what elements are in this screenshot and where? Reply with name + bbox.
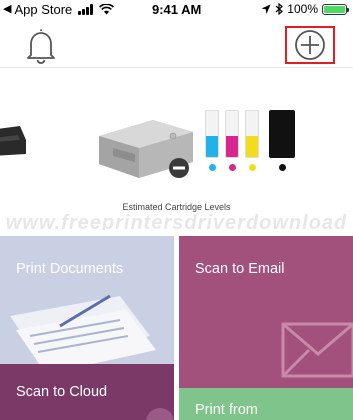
- cyan-ink-level: [206, 136, 218, 157]
- print-documents-label: Print Documents: [16, 261, 124, 277]
- status-left: ◀ App Store: [3, 2, 115, 17]
- status-right: 100%: [261, 2, 349, 16]
- black-dot: [279, 164, 286, 171]
- estimated-cartridge-levels-label: Estimated Cartridge Levels: [122, 202, 231, 212]
- bluetooth-icon: [275, 3, 284, 15]
- cyan-dot: [209, 164, 216, 171]
- scan-to-cloud-label: Scan to Cloud: [16, 384, 108, 400]
- magenta-ink-level: [226, 136, 238, 157]
- back-to-app-icon[interactable]: ◀: [3, 2, 11, 17]
- signal-icon: [78, 4, 94, 15]
- bell-icon[interactable]: [25, 28, 57, 64]
- battery-fill: [324, 5, 345, 13]
- cyan-cartridge: [205, 110, 219, 172]
- nav-bar: [0, 20, 353, 68]
- magenta-cartridge: [225, 110, 239, 172]
- previous-printer-image[interactable]: [0, 120, 30, 160]
- printer-image[interactable]: [93, 106, 197, 186]
- add-printer-button[interactable]: [285, 26, 335, 64]
- yellow-cartridge: [245, 110, 259, 172]
- action-tiles: Print Documents Scan to Email Scan to Cl…: [0, 230, 353, 420]
- envelope-icon: [281, 322, 353, 378]
- wifi-icon: [99, 4, 115, 15]
- watermark-text: www.freeprintersdriverdownload: [5, 212, 348, 230]
- black-ink-level: [270, 111, 294, 157]
- scan-to-email-label: Scan to Email: [195, 261, 285, 277]
- scan-to-email-tile[interactable]: Scan to Email: [179, 236, 353, 390]
- status-bar: ◀ App Store 9:41 AM 100%: [0, 0, 353, 20]
- location-icon: [261, 4, 271, 14]
- back-to-app-label[interactable]: App Store: [14, 2, 72, 17]
- yellow-dot: [249, 164, 256, 171]
- status-time: 9:41 AM: [152, 2, 202, 17]
- yellow-ink-level: [246, 136, 258, 157]
- print-from-label: Print from: [195, 402, 258, 418]
- battery-percent: 100%: [287, 2, 318, 16]
- black-cartridge: [269, 110, 295, 172]
- printer-carousel[interactable]: Estimated Cartridge Levels www.freeprint…: [0, 68, 353, 230]
- cartridge-levels[interactable]: [205, 110, 295, 172]
- add-circle-icon: [295, 30, 325, 60]
- print-from-tile[interactable]: Print from: [179, 388, 353, 420]
- battery-icon: [322, 3, 349, 15]
- scan-to-cloud-tile[interactable]: Scan to Cloud: [0, 364, 174, 420]
- magenta-dot: [229, 164, 236, 171]
